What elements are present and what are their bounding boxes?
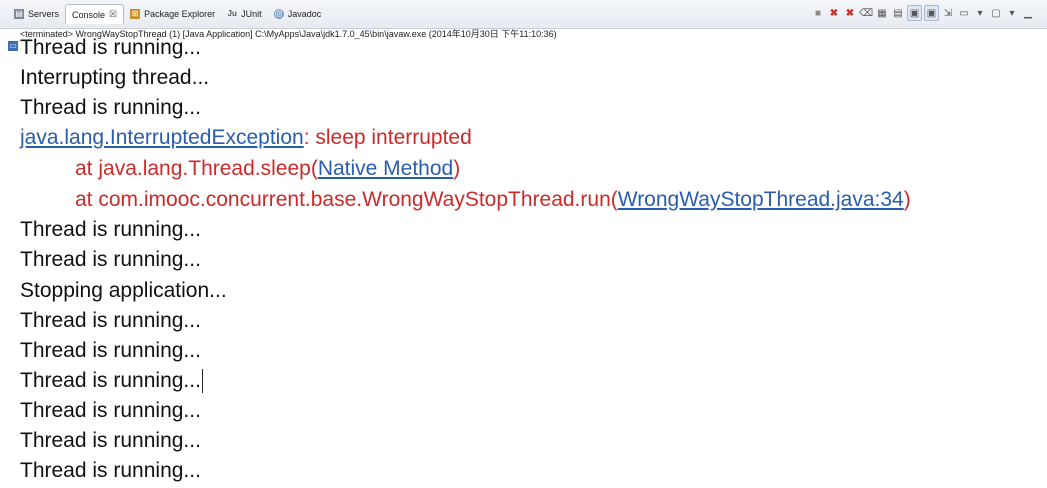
- terminate-icon[interactable]: ■: [811, 5, 825, 21]
- word-wrap-icon[interactable]: ▤: [891, 5, 905, 21]
- console-line: Thread is running...: [20, 248, 201, 271]
- junit-icon: Ju: [227, 9, 237, 18]
- show-on-stdout-icon[interactable]: ▣: [907, 5, 922, 21]
- console-line: Interrupting thread...: [20, 66, 210, 89]
- tab-package-explorer[interactable]: ⊞ Package Explorer: [124, 5, 221, 23]
- exception-message: : sleep interrupted: [303, 126, 472, 149]
- tab-label: Javadoc: [287, 9, 322, 19]
- console-line: Thread is running...: [20, 218, 201, 241]
- console-toolbar: ■ ✖ ✖ ⌫ ▦ ▤ ▣ ▣ ⇲ ▭ ▾ ▢ ▾ ▁: [811, 5, 1035, 21]
- close-tab-icon[interactable]: ☒: [109, 9, 117, 20]
- text-cursor: [201, 369, 203, 394]
- package-explorer-icon: ⊞: [130, 9, 141, 19]
- console-output[interactable]: Thread is running... Interrupting thread…: [0, 36, 1047, 488]
- console-line: Thread is running...: [20, 339, 201, 362]
- stack-frame-text: ): [453, 157, 461, 180]
- console-line: Thread is running...: [20, 429, 201, 452]
- chevron-down-icon[interactable]: ▾: [1005, 5, 1019, 21]
- minimize-icon[interactable]: ▁: [1021, 5, 1035, 21]
- console-line-with-cursor: Thread is running...: [20, 366, 203, 396]
- chevron-down-icon[interactable]: ▾: [973, 5, 987, 21]
- javadoc-icon: @: [273, 9, 284, 19]
- display-console-icon[interactable]: ▭: [957, 5, 971, 21]
- console-line-exception: java.lang.InterruptedException: sleep in…: [20, 123, 472, 153]
- stack-frame-text: at com.imooc.concurrent.base.WrongWaySto…: [75, 188, 618, 211]
- view-tab-bar: ▤ Servers ▭ Console ☒ ⊞ Package Explorer…: [0, 0, 1047, 51]
- tab-label: Package Explorer: [144, 9, 216, 19]
- view-tabs: ▤ Servers ▭ Console ☒ ⊞ Package Explorer…: [8, 4, 328, 51]
- exception-type-link[interactable]: java.lang.InterruptedException: [20, 126, 304, 149]
- tab-label: Console: [72, 9, 106, 20]
- tab-console[interactable]: ▭ Console ☒: [8, 4, 125, 51]
- clear-console-icon[interactable]: ⌫: [859, 5, 873, 21]
- console-line-text: Thread is running...: [20, 369, 201, 392]
- stack-frame-link[interactable]: Native Method: [318, 157, 453, 180]
- console-line: Thread is running...: [20, 36, 201, 59]
- console-line: Thread is running...: [20, 399, 201, 422]
- tab-servers[interactable]: ▤ Servers: [8, 5, 65, 23]
- remove-all-terminated-icon[interactable]: ✖: [843, 5, 857, 21]
- console-line: Stopping application...: [20, 279, 227, 302]
- console-line-stack-frame: at java.lang.Thread.sleep(Native Method): [75, 154, 460, 184]
- scroll-lock-icon[interactable]: ▦: [875, 5, 889, 21]
- tab-label: JUnit: [241, 9, 262, 19]
- tab-javadoc[interactable]: @ Javadoc: [268, 5, 328, 23]
- console-line: Thread is running...: [20, 96, 201, 119]
- pin-console-icon[interactable]: ⇲: [941, 5, 955, 21]
- show-on-stderr-icon[interactable]: ▣: [924, 5, 939, 21]
- tab-label: Servers: [28, 9, 60, 19]
- stack-frame-link[interactable]: WrongWayStopThread.java:34: [618, 188, 904, 211]
- stack-frame-text: ): [903, 188, 911, 211]
- console-line: Thread is running...: [20, 459, 201, 482]
- stack-frame-text: at java.lang.Thread.sleep(: [75, 157, 318, 180]
- console-line-stack-frame: at com.imooc.concurrent.base.WrongWaySto…: [75, 185, 911, 215]
- tab-junit[interactable]: Ju JUnit: [221, 5, 268, 23]
- open-console-icon[interactable]: ▢: [989, 5, 1003, 21]
- remove-launch-icon[interactable]: ✖: [827, 5, 841, 21]
- servers-icon: ▤: [14, 9, 24, 19]
- console-line: Thread is running...: [20, 309, 201, 332]
